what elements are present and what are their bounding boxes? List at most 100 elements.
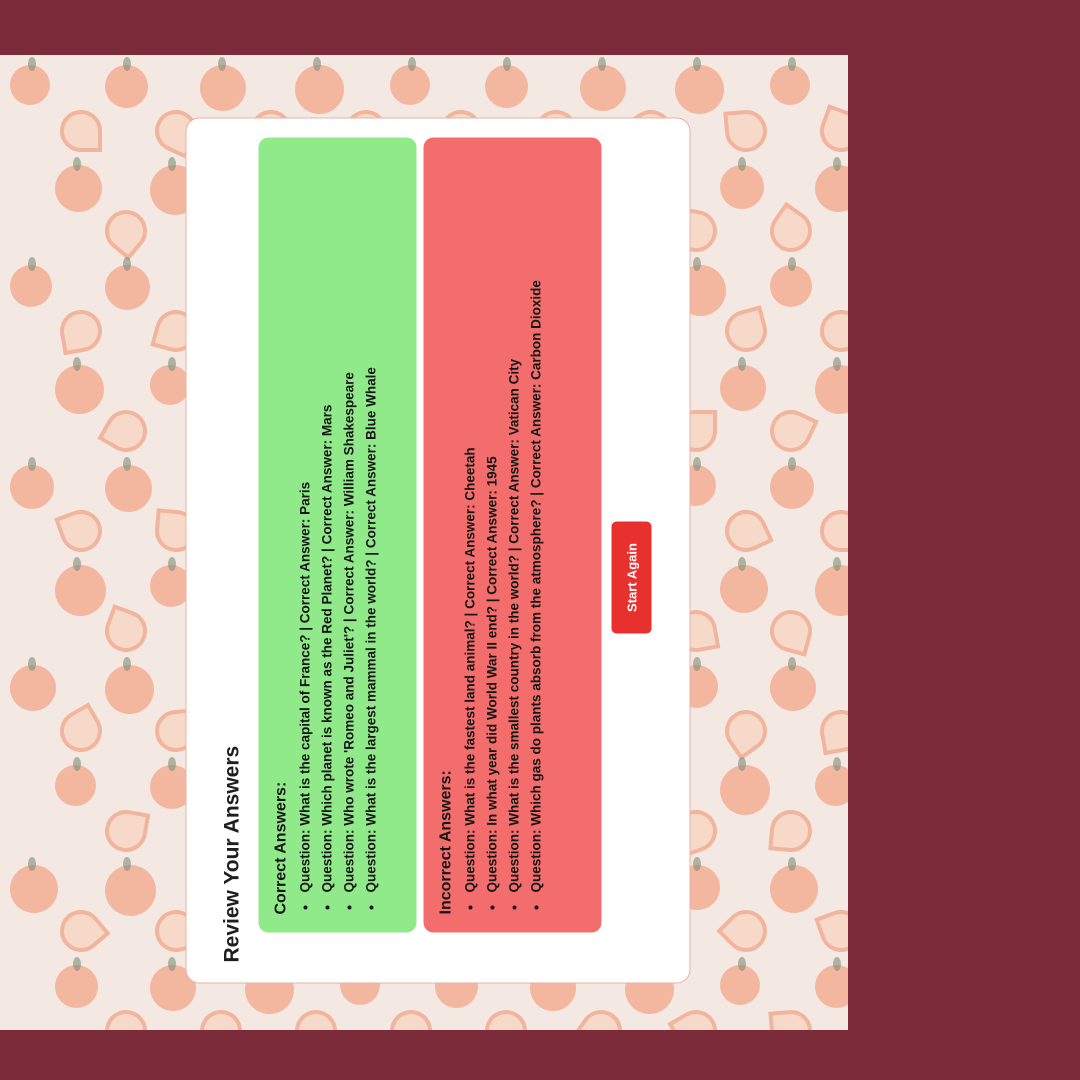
orange-decoration bbox=[580, 65, 626, 111]
incorrect-answer-item: Question: Which gas do plants absorb fro… bbox=[525, 161, 547, 894]
leaf-decoration bbox=[123, 257, 131, 271]
orange-decoration bbox=[200, 65, 246, 111]
leaf-decoration bbox=[738, 757, 746, 771]
orange-decoration bbox=[815, 365, 848, 414]
leaf-decoration bbox=[28, 857, 36, 871]
leaf-decoration bbox=[168, 757, 176, 771]
orange-decoration bbox=[105, 265, 150, 310]
incorrect-answers-heading: Incorrect Answers: bbox=[437, 769, 454, 914]
orange-slice-decoration bbox=[97, 402, 155, 460]
leaf-decoration bbox=[123, 57, 131, 71]
orange-decoration bbox=[10, 465, 54, 509]
leaf-decoration bbox=[693, 257, 701, 271]
orange-decoration bbox=[10, 865, 58, 913]
leaf-decoration bbox=[833, 957, 841, 971]
orange-decoration bbox=[720, 565, 768, 613]
leaf-decoration bbox=[833, 557, 841, 571]
orange-slice-decoration bbox=[60, 110, 102, 152]
leaf-decoration bbox=[693, 857, 701, 871]
leaf-decoration bbox=[313, 57, 321, 71]
orange-decoration bbox=[720, 165, 764, 209]
orange-decoration bbox=[815, 965, 848, 1008]
orange-slice-decoration bbox=[814, 104, 848, 158]
leaf-decoration bbox=[73, 557, 81, 571]
orange-slice-decoration bbox=[193, 1003, 249, 1030]
leaf-decoration bbox=[73, 157, 81, 171]
orange-slice-decoration bbox=[716, 901, 776, 961]
orange-slice-decoration bbox=[716, 701, 776, 761]
orange-decoration bbox=[815, 165, 848, 212]
orange-decoration bbox=[10, 265, 52, 307]
leaf-decoration bbox=[168, 357, 176, 371]
orange-slice-decoration bbox=[667, 1002, 725, 1030]
orange-slice-decoration bbox=[96, 201, 156, 261]
orange-slice-decoration bbox=[99, 604, 153, 658]
incorrect-answers-list: Question: What is the fastest land anima… bbox=[459, 161, 547, 914]
orange-slice-decoration bbox=[720, 305, 772, 357]
orange-slice-decoration bbox=[385, 1005, 437, 1030]
correct-answer-item: Question: Who wrote 'Romeo and Juliet'? … bbox=[338, 161, 360, 894]
correct-answers-heading: Correct Answers: bbox=[272, 781, 289, 914]
correct-answer-item: Question: What is the capital of France?… bbox=[294, 161, 316, 894]
orange-decoration bbox=[55, 365, 104, 414]
orange-decoration bbox=[295, 65, 344, 114]
orange-slice-decoration bbox=[820, 510, 848, 552]
orange-slice-decoration bbox=[52, 702, 110, 760]
leaf-decoration bbox=[693, 657, 701, 671]
orange-slice-decoration bbox=[763, 403, 819, 459]
orange-slice-decoration bbox=[816, 306, 848, 356]
correct-answer-item: Question: What is the largest mammal in … bbox=[360, 161, 382, 894]
orange-decoration bbox=[815, 765, 848, 806]
leaf-decoration bbox=[788, 257, 796, 271]
orange-decoration bbox=[675, 65, 724, 114]
orange-decoration bbox=[105, 665, 154, 714]
leaf-decoration bbox=[28, 657, 36, 671]
rotated-page: Review Your Answers Correct Answers: Que… bbox=[185, 117, 690, 983]
orange-decoration bbox=[105, 465, 152, 512]
orange-slice-decoration bbox=[814, 904, 848, 958]
orange-decoration bbox=[770, 865, 818, 913]
leaf-decoration bbox=[168, 957, 176, 971]
leaf-decoration bbox=[168, 157, 176, 171]
orange-slice-decoration bbox=[101, 806, 151, 856]
incorrect-answer-item: Question: What is the smallest country i… bbox=[503, 161, 525, 894]
correct-answer-item: Question: Which planet is known as the R… bbox=[316, 161, 338, 894]
orange-decoration bbox=[720, 965, 760, 1005]
orange-decoration bbox=[55, 765, 96, 806]
orange-decoration bbox=[150, 365, 190, 405]
orange-decoration bbox=[770, 465, 814, 509]
leaf-decoration bbox=[788, 57, 796, 71]
leaf-decoration bbox=[28, 257, 36, 271]
orange-decoration bbox=[10, 665, 56, 711]
orange-slice-decoration bbox=[718, 503, 774, 559]
orange-slice-decoration bbox=[765, 605, 817, 657]
incorrect-answers-panel: Incorrect Answers: Question: What is the… bbox=[423, 137, 601, 932]
orange-decoration bbox=[815, 565, 848, 616]
incorrect-answer-item: Question: What is the fastest land anima… bbox=[459, 161, 481, 894]
orange-slice-decoration bbox=[768, 808, 814, 854]
leaf-decoration bbox=[123, 857, 131, 871]
correct-answers-list: Question: What is the capital of France?… bbox=[294, 161, 382, 914]
orange-decoration bbox=[55, 165, 102, 212]
orange-slice-decoration bbox=[56, 306, 106, 356]
orange-slice-decoration bbox=[54, 504, 108, 558]
leaf-decoration bbox=[408, 57, 416, 71]
start-again-button[interactable]: Start Again bbox=[611, 521, 651, 633]
orange-slice-decoration bbox=[51, 901, 111, 961]
orange-decoration bbox=[770, 665, 816, 711]
leaf-decoration bbox=[833, 757, 841, 771]
orange-decoration bbox=[720, 365, 766, 411]
orange-slice-decoration bbox=[571, 1001, 631, 1030]
leaf-decoration bbox=[123, 457, 131, 471]
orange-decoration bbox=[770, 65, 810, 105]
leaf-decoration bbox=[218, 57, 226, 71]
orange-decoration bbox=[10, 65, 50, 105]
page-title: Review Your Answers bbox=[220, 745, 243, 962]
leaf-decoration bbox=[693, 57, 701, 71]
orange-slice-decoration bbox=[816, 706, 848, 756]
orange-decoration bbox=[105, 865, 156, 916]
orange-slice-decoration bbox=[105, 1010, 147, 1030]
leaf-decoration bbox=[738, 357, 746, 371]
leaf-decoration bbox=[738, 957, 746, 971]
orange-slice-decoration bbox=[723, 108, 769, 154]
